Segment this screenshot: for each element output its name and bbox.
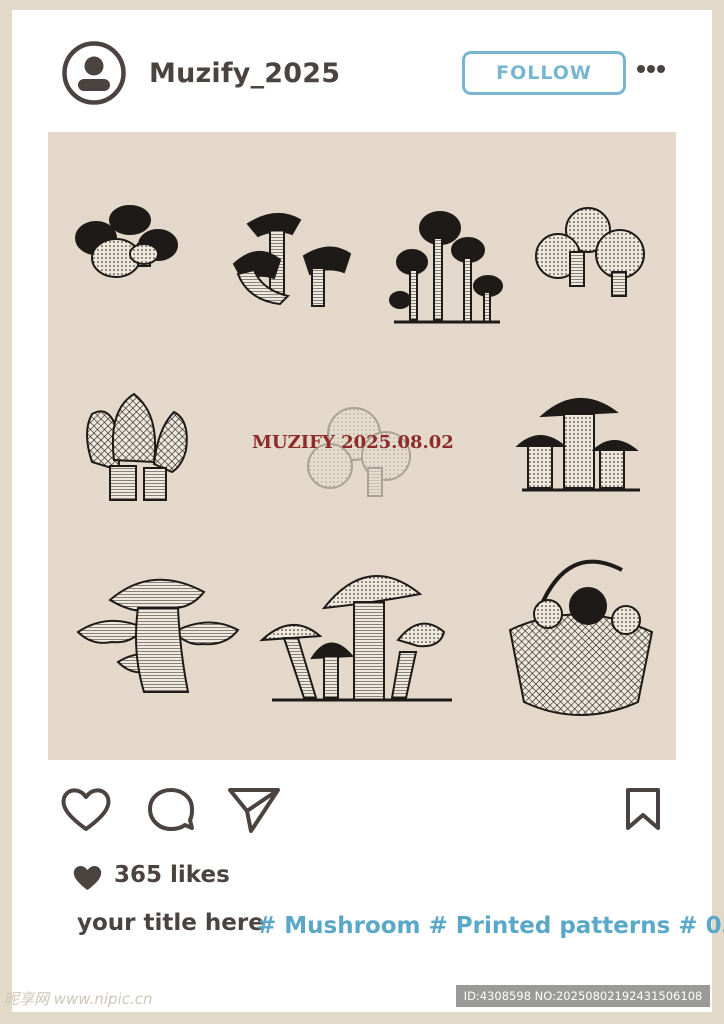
image-id-label: ID:4308598 NO:20250802192431506108: [456, 985, 710, 1007]
toadstool-group: [259, 575, 452, 702]
paper-plane-icon[interactable]: [227, 785, 281, 835]
heart-outline-icon[interactable]: [60, 786, 112, 834]
heart-filled-icon: [73, 865, 102, 890]
porcini-group: [515, 398, 640, 492]
post-card: Muzify_2025 FOLLOW MUZIFY 2025.08.02 365…: [12, 10, 724, 1012]
mushroom-basket: [508, 559, 654, 716]
bookmark-icon[interactable]: [624, 787, 662, 831]
chanterelle-cluster: [232, 213, 352, 307]
button-mushrooms: [535, 207, 645, 297]
likes-count[interactable]: 365 likes: [114, 862, 230, 888]
site-logo: 昵享网 www.nipic.cn: [4, 990, 153, 1008]
hashtag-03[interactable]: # 03: [678, 913, 724, 939]
shiitake-cluster: [75, 205, 178, 278]
hashtag-printed-patterns[interactable]: # Printed patterns: [429, 913, 671, 939]
user-avatar-icon[interactable]: [62, 41, 126, 105]
watermark-text: MUZIFY 2025.08.02: [252, 432, 454, 453]
hashtags: # Mushroom # Printed patterns # 03: [257, 913, 724, 939]
enoki-cluster: [389, 211, 503, 324]
username[interactable]: Muzify_2025: [149, 58, 340, 89]
more-dots-icon[interactable]: [636, 62, 666, 76]
caption-title: your title here: [77, 910, 264, 936]
post-image[interactable]: MUZIFY 2025.08.02: [48, 132, 676, 760]
comment-bubble-icon[interactable]: [146, 785, 196, 835]
oyster-mushroom: [76, 578, 240, 693]
morels: [86, 392, 188, 501]
follow-button[interactable]: FOLLOW: [462, 51, 626, 95]
hashtag-mushroom[interactable]: # Mushroom: [257, 913, 421, 939]
